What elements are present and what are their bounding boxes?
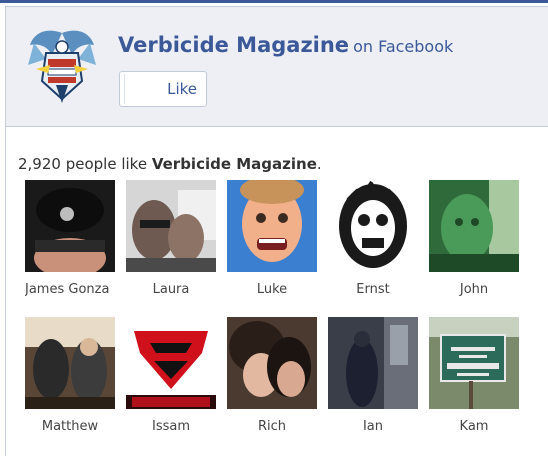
like-button[interactable]: Like — [119, 71, 207, 107]
page-logo[interactable] — [26, 25, 98, 107]
like-button-divider — [124, 74, 125, 104]
fan-item[interactable]: Laura — [126, 180, 216, 297]
profile-photo-icon — [429, 180, 519, 272]
profile-photo-icon — [328, 180, 418, 272]
like-button-label: Like — [167, 80, 197, 98]
fan-avatar[interactable] — [126, 180, 216, 272]
fan-avatar[interactable] — [227, 317, 317, 409]
page-name[interactable]: Verbicide Magazine — [118, 33, 349, 57]
profile-photo-icon — [25, 317, 115, 409]
fan-avatar[interactable] — [328, 180, 418, 272]
fan-name[interactable]: Kam — [429, 419, 519, 434]
profile-photo-icon — [25, 180, 115, 272]
profile-photo-icon — [227, 317, 317, 409]
fan-avatar[interactable] — [126, 317, 216, 409]
eagle-logo-icon — [28, 30, 96, 103]
top-accent-bar — [0, 0, 548, 3]
fan-name[interactable]: Issam — [126, 419, 216, 434]
profile-photo-icon — [227, 180, 317, 272]
fan-name[interactable]: Ernst — [328, 282, 418, 297]
fan-count-page-name: Verbicide Magazine — [151, 155, 317, 173]
fan-avatar[interactable] — [429, 180, 519, 272]
fan-name[interactable]: Laura — [126, 282, 216, 297]
profile-photo-icon — [429, 317, 519, 409]
fan-name[interactable]: James Gonza — [25, 282, 115, 297]
fan-avatar[interactable] — [25, 317, 115, 409]
fan-name[interactable]: Luke — [227, 282, 317, 297]
fan-count-text: people like — [60, 155, 152, 173]
on-facebook-label[interactable]: on Facebook — [353, 37, 453, 56]
profile-photo-icon — [328, 317, 418, 409]
fan-avatar[interactable] — [328, 317, 418, 409]
like-box-header: Verbicide Magazine on Facebook Like — [6, 7, 548, 127]
fan-count-line: 2,920 people like Verbicide Magazine. — [18, 155, 322, 173]
fan-name[interactable]: Matthew — [25, 419, 115, 434]
fan-avatar[interactable] — [429, 317, 519, 409]
fan-item[interactable]: Rich — [227, 317, 317, 434]
fan-count: 2,920 — [18, 155, 61, 173]
fan-name[interactable]: John — [429, 282, 519, 297]
fan-item[interactable]: Ian — [328, 317, 418, 434]
fan-avatar[interactable] — [25, 180, 115, 272]
fan-count-period: . — [316, 155, 322, 173]
fan-avatar[interactable] — [227, 180, 317, 272]
fan-item[interactable]: Kam — [429, 317, 519, 434]
profile-photo-icon — [126, 317, 216, 409]
fan-item[interactable]: Luke — [227, 180, 317, 297]
page-title-link[interactable]: Verbicide Magazine on Facebook — [118, 33, 453, 57]
fan-item[interactable]: James Gonza — [25, 180, 115, 297]
fan-name[interactable]: Ian — [328, 419, 418, 434]
fan-item[interactable]: Ernst — [328, 180, 418, 297]
fan-name[interactable]: Rich — [227, 419, 317, 434]
fan-item[interactable]: Issam — [126, 317, 216, 434]
like-box-widget: Verbicide Magazine on Facebook Like 2,920… — [5, 6, 548, 456]
profile-photo-icon — [126, 180, 216, 272]
fan-item[interactable]: Matthew — [25, 317, 115, 434]
fan-item[interactable]: John — [429, 180, 519, 297]
